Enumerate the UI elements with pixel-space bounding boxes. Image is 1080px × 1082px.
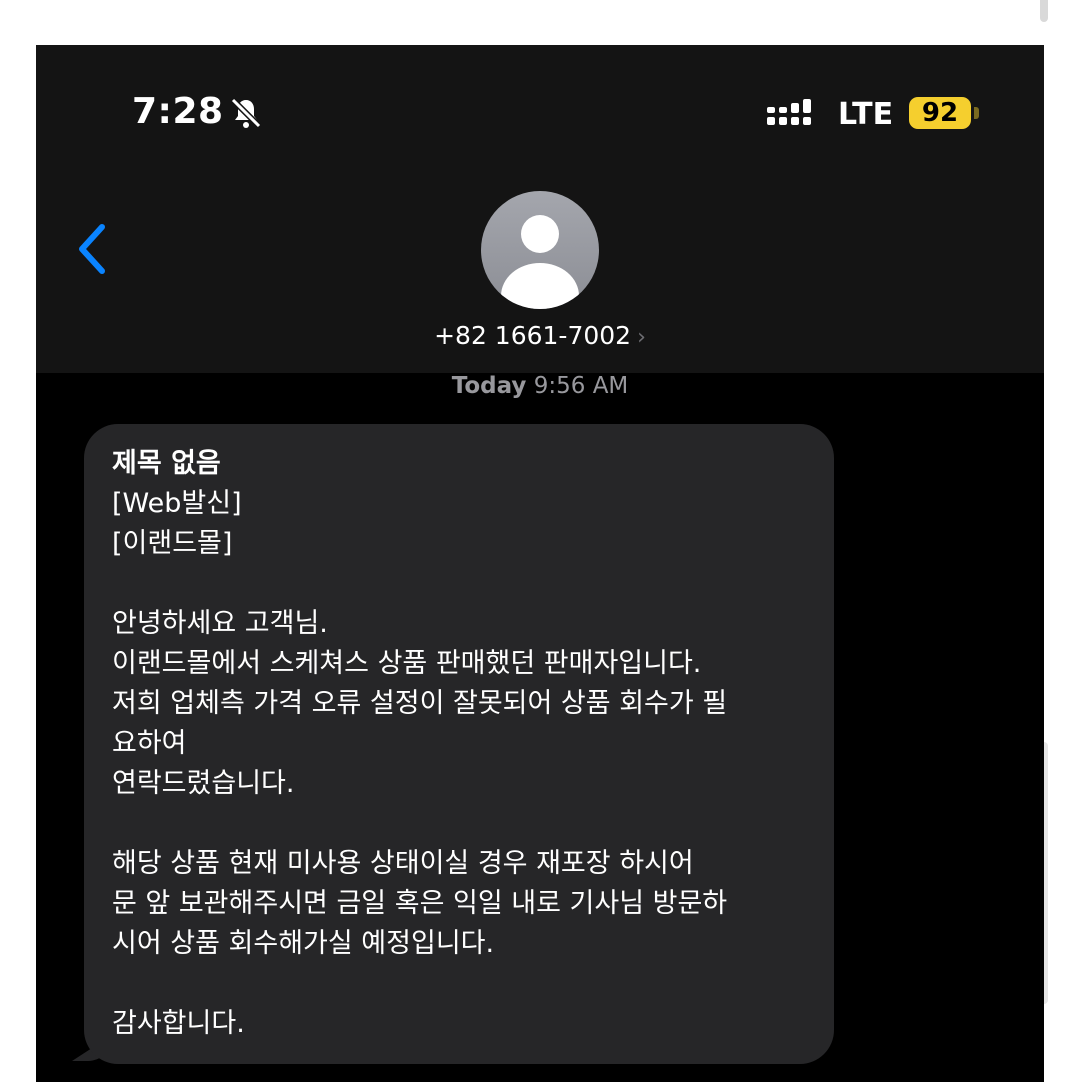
timestamp-day: Today — [451, 373, 527, 399]
message-text: 제목 없음 [Web발신] [이랜드몰] 안녕하세요 고객님. 이랜드몰에서 스케… — [112, 444, 812, 1044]
contact-avatar[interactable] — [481, 191, 599, 309]
message-bubble[interactable]: 제목 없음 [Web발신] [이랜드몰] 안녕하세요 고객님. 이랜드몰에서 스케… — [84, 424, 834, 1064]
battery-level: 92 — [921, 98, 959, 128]
battery-icon: 92 — [909, 97, 971, 129]
timestamp-time: 9:56 AM — [533, 373, 629, 399]
battery-cap — [974, 107, 979, 119]
back-button[interactable] — [72, 221, 112, 277]
signal-icon — [767, 99, 811, 125]
network-type: LTE — [838, 97, 894, 132]
bell-slash-icon — [230, 97, 262, 129]
contact-name[interactable]: +82 1661-7002 › — [36, 321, 1044, 350]
message-subject: 제목 없음 — [112, 448, 221, 479]
avatar-head — [521, 215, 559, 253]
page-edge-mark — [1040, 0, 1048, 22]
phone-screen: 7:28 LTE 92 +82 1661-7002 › Today 9:56 AM… — [36, 45, 1044, 1082]
chevron-right-icon: › — [637, 325, 646, 350]
message-body: [Web발신] [이랜드몰] 안녕하세요 고객님. 이랜드몰에서 스케쳐스 상품… — [112, 488, 728, 1039]
message-timestamp: Today 9:56 AM — [36, 373, 1044, 399]
contact-number: +82 1661-7002 — [434, 321, 632, 350]
status-time: 7:28 — [132, 91, 224, 132]
avatar-body — [501, 263, 579, 309]
